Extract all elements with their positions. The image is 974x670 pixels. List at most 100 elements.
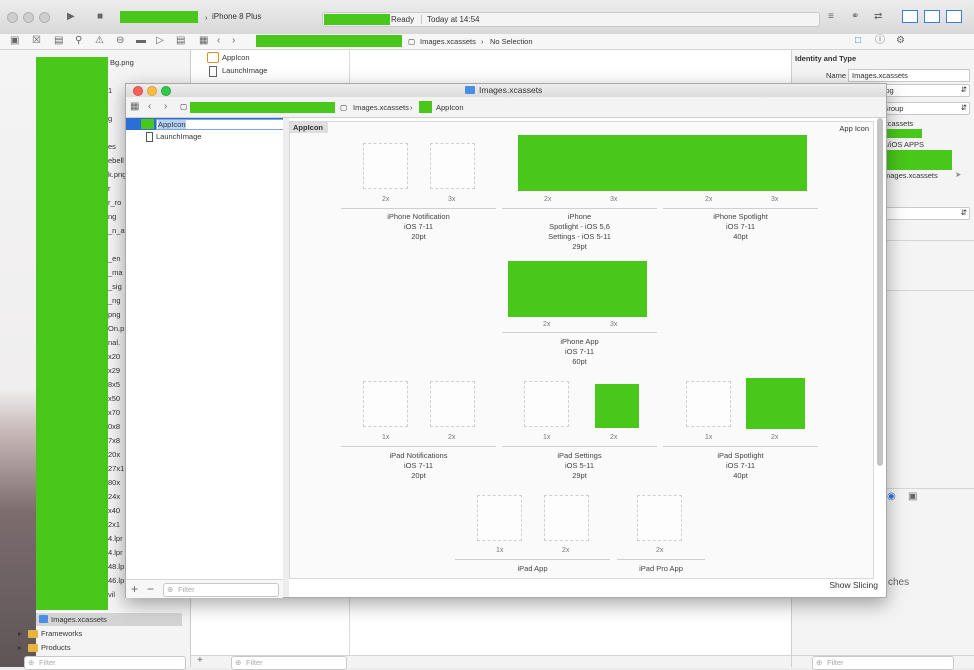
navigator-file-fragment[interactable]: 48.lp bbox=[108, 562, 124, 571]
redacted-icon-images[interactable] bbox=[518, 135, 807, 191]
close-window-button[interactable] bbox=[7, 12, 18, 23]
library-filter-field[interactable]: ⊕ Filter bbox=[812, 656, 954, 670]
icon-slot-empty[interactable] bbox=[363, 381, 408, 427]
navigator-file-fragment[interactable]: x50 bbox=[108, 394, 120, 403]
zoom-window-button[interactable] bbox=[39, 12, 50, 23]
file-inspector-icon[interactable]: □ bbox=[855, 35, 861, 47]
editor-list-item[interactable]: AppIcon bbox=[222, 53, 250, 62]
jumpbar-file[interactable]: Images.xcassets bbox=[420, 37, 476, 46]
navigator-file-fragment[interactable]: 8x5 bbox=[108, 380, 120, 389]
redacted-scheme[interactable] bbox=[120, 11, 198, 23]
icon-slot-empty[interactable] bbox=[430, 381, 475, 427]
redacted-iphone-app-icons[interactable] bbox=[508, 261, 647, 317]
navigator-file-fragment[interactable]: _sig bbox=[108, 282, 122, 291]
navigator-file-fragment[interactable]: r_ro bbox=[108, 198, 121, 207]
navigator-file-fragment[interactable]: 27x1 bbox=[108, 464, 124, 473]
close-window-button[interactable] bbox=[133, 86, 143, 96]
editor-list-item[interactable]: LaunchImage bbox=[222, 66, 267, 75]
navigator-selected-row[interactable]: Images.xcassets bbox=[36, 613, 182, 626]
navigator-file-fragment[interactable]: png bbox=[108, 310, 121, 319]
disclosure-triangle-icon[interactable]: ▸ bbox=[18, 629, 22, 638]
minimize-window-button[interactable] bbox=[23, 12, 34, 23]
object-library-icon[interactable]: ◉ bbox=[887, 491, 896, 503]
icon-slot-empty[interactable] bbox=[477, 495, 522, 541]
media-library-icon[interactable]: ▣ bbox=[908, 491, 917, 503]
navigator-file-fragment[interactable]: 4.lpr bbox=[108, 534, 123, 543]
add-asset-icon[interactable]: + bbox=[131, 583, 138, 595]
navigator-file-fragment[interactable]: x29 bbox=[108, 366, 120, 375]
standard-editor-icon[interactable]: ≡ bbox=[828, 11, 834, 23]
navigator-file-fragment[interactable]: 20x bbox=[108, 450, 120, 459]
navigator-file-fragment[interactable]: Bg.png bbox=[110, 58, 134, 67]
inspector-location-popup[interactable]: Relative to Group ⇵ bbox=[882, 102, 970, 115]
navigator-file-fragment[interactable]: x20 bbox=[108, 352, 120, 361]
redacted-path[interactable] bbox=[256, 35, 402, 47]
zoom-window-button[interactable] bbox=[161, 86, 171, 96]
navigator-file-fragment[interactable]: 46.lp bbox=[108, 576, 124, 585]
related-items-icon[interactable]: ▦ bbox=[130, 101, 139, 113]
navigator-file-fragment[interactable]: 80x bbox=[108, 478, 120, 487]
report-navigator-icon[interactable]: ▤ bbox=[176, 35, 185, 47]
navigator-file-fragment[interactable]: 1 bbox=[108, 86, 112, 95]
inspector-name-field[interactable]: Images.xcassets bbox=[848, 69, 970, 82]
folder-products[interactable]: Products bbox=[41, 643, 71, 652]
icon-slot-empty[interactable] bbox=[524, 381, 569, 427]
debug-navigator-icon[interactable]: ▬ bbox=[136, 35, 146, 47]
stop-icon[interactable]: ■ bbox=[97, 11, 103, 23]
navigator-file-fragment[interactable]: 2x1 bbox=[108, 520, 120, 529]
debug-area-toggle-icon[interactable] bbox=[924, 10, 940, 23]
project-navigator-icon[interactable]: ▣ bbox=[10, 35, 19, 47]
asset-list-item[interactable]: LaunchImage bbox=[156, 132, 201, 141]
navigator-file-fragment[interactable]: r bbox=[108, 184, 111, 193]
redacted-path[interactable] bbox=[190, 102, 335, 113]
navigator-file-fragment[interactable]: _n_a bbox=[108, 226, 125, 235]
reveal-in-finder-icon[interactable]: ➤ bbox=[955, 170, 961, 179]
redacted-ipad-settings-icon[interactable] bbox=[595, 384, 639, 428]
navigator-file-fragment[interactable]: 4.lpr bbox=[108, 548, 123, 557]
icon-slot-empty[interactable] bbox=[430, 143, 475, 189]
navigator-file-fragment[interactable]: 7x8 bbox=[108, 436, 120, 445]
minimize-window-button[interactable] bbox=[147, 86, 157, 96]
breakpoint-navigator-icon[interactable]: ▷ bbox=[156, 35, 164, 47]
redacted-ipad-spotlight-icon[interactable] bbox=[746, 378, 805, 429]
related-items-icon[interactable]: ▦ bbox=[199, 35, 208, 47]
navigator-toggle-icon[interactable] bbox=[902, 10, 918, 23]
jumpbar-selection[interactable]: No Selection bbox=[490, 37, 533, 46]
run-icon[interactable]: ▶ bbox=[67, 11, 75, 23]
navigator-file-fragment[interactable]: x70 bbox=[108, 408, 120, 417]
breadcrumb-item[interactable]: AppIcon bbox=[436, 103, 464, 112]
navigator-file-fragment[interactable]: _en bbox=[108, 254, 121, 263]
navigator-file-fragment[interactable]: ng bbox=[108, 212, 116, 221]
inspector-type-popup[interactable]: Asset Catalog ⇵ bbox=[882, 84, 970, 97]
back-arrow-icon[interactable]: ‹ bbox=[217, 35, 220, 47]
disclosure-triangle-icon[interactable]: ▸ bbox=[18, 643, 22, 652]
destination-device[interactable]: iPhone 8 Plus bbox=[212, 12, 261, 21]
issue-navigator-icon[interactable]: ⚠ bbox=[95, 35, 104, 47]
utilities-toggle-icon[interactable] bbox=[946, 10, 962, 23]
navigator-file-fragment[interactable]: _ma bbox=[108, 268, 123, 277]
asset-rename-field[interactable]: AppIcon bbox=[156, 119, 284, 130]
navigator-file-fragment[interactable]: es bbox=[108, 142, 116, 151]
source-control-icon[interactable]: ☒ bbox=[32, 35, 41, 47]
navigator-file-fragment[interactable]: 24x bbox=[108, 492, 120, 501]
remove-asset-icon[interactable]: − bbox=[147, 583, 154, 595]
navigator-file-fragment[interactable]: vil bbox=[108, 590, 115, 599]
navigator-file-fragment[interactable]: On.p bbox=[108, 324, 124, 333]
forward-arrow-icon[interactable]: › bbox=[232, 35, 235, 47]
symbol-navigator-icon[interactable]: ▤ bbox=[54, 35, 63, 47]
navigator-file-fragment[interactable]: x40 bbox=[108, 506, 120, 515]
test-navigator-icon[interactable]: ⊖ bbox=[116, 35, 124, 47]
navigator-file-fragment[interactable]: g bbox=[108, 114, 112, 123]
icon-slot-empty[interactable] bbox=[363, 143, 408, 189]
icon-slot-empty[interactable] bbox=[637, 495, 682, 541]
folder-frameworks[interactable]: Frameworks bbox=[41, 629, 82, 638]
show-slicing-button[interactable]: Show Slicing bbox=[829, 580, 878, 590]
breadcrumb-catalog[interactable]: Images.xcassets bbox=[353, 103, 409, 112]
find-navigator-icon[interactable]: ⚲ bbox=[75, 35, 82, 47]
navigator-file-fragment[interactable]: 0x8 bbox=[108, 422, 120, 431]
quick-help-icon[interactable]: ⓘ bbox=[875, 35, 885, 47]
navigator-filter-field[interactable]: ⊕ Filter bbox=[24, 656, 186, 670]
navigator-file-fragment[interactable]: ebell bbox=[108, 156, 124, 165]
icon-slot-empty[interactable] bbox=[544, 495, 589, 541]
navigator-file-fragment[interactable]: k.png bbox=[108, 170, 126, 179]
